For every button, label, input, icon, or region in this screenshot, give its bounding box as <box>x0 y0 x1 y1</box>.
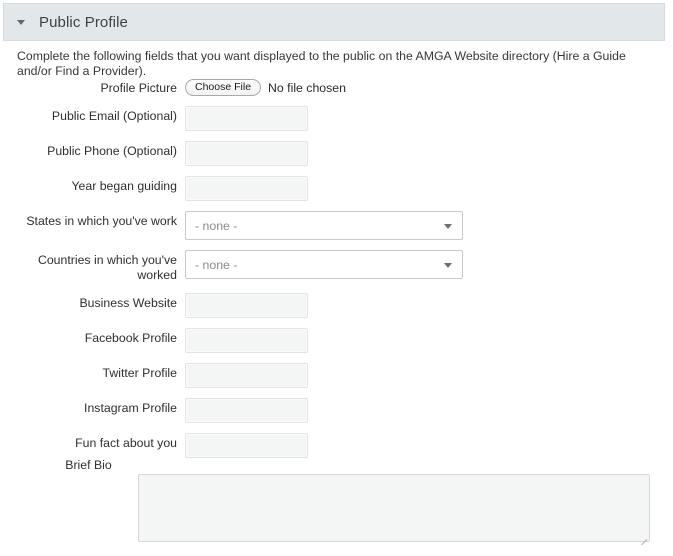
public-phone-input[interactable] <box>185 141 308 166</box>
field-row-instagram: Instagram Profile <box>0 398 673 423</box>
field-row-twitter: Twitter Profile <box>0 363 673 388</box>
field-row-countries: Countries in which you've worked - none … <box>0 250 673 283</box>
field-row-public-phone: Public Phone (Optional) <box>0 141 673 166</box>
field-row-facebook: Facebook Profile <box>0 328 673 353</box>
twitter-profile-input[interactable] <box>185 363 308 388</box>
label-year-began-guiding: Year began guiding <box>71 179 177 193</box>
field-row-profile-picture: Profile Picture Choose File No file chos… <box>0 78 673 96</box>
label-countries: Countries in which you've worked <box>37 253 177 282</box>
states-select[interactable]: - none - <box>185 211 463 240</box>
countries-select-value: - none - <box>195 257 238 272</box>
field-fun-fact <box>177 433 673 458</box>
public-profile-form: Profile Picture Choose File No file chos… <box>0 78 673 468</box>
page-title: Public Profile <box>39 13 128 31</box>
business-website-input[interactable] <box>185 293 308 318</box>
label-twitter-profile: Twitter Profile <box>102 366 177 380</box>
field-twitter-profile <box>177 363 673 388</box>
field-row-fun-fact: Fun fact about you <box>0 433 673 458</box>
countries-select[interactable]: - none - <box>185 250 463 279</box>
instagram-profile-input[interactable] <box>185 398 308 423</box>
public-profile-section-header[interactable]: Public Profile <box>3 3 665 41</box>
label-public-phone: Public Phone (Optional) <box>47 144 177 158</box>
field-instagram-profile <box>177 398 673 423</box>
label-facebook-profile: Facebook Profile <box>84 331 177 345</box>
field-profile-picture: Choose File No file chosen <box>177 78 673 96</box>
label-instagram-profile: Instagram Profile <box>84 401 177 415</box>
facebook-profile-input[interactable] <box>185 328 308 353</box>
label-public-email: Public Email (Optional) <box>51 109 177 123</box>
field-row-year-began-guiding: Year began guiding <box>0 176 673 201</box>
label-brief-bio: Brief Bio <box>65 458 112 472</box>
states-select-value: - none - <box>195 218 238 233</box>
label-fun-fact: Fun fact about you <box>75 436 177 450</box>
brief-bio-textarea[interactable] <box>138 474 650 542</box>
chevron-down-icon[interactable] <box>17 17 27 27</box>
choose-file-button[interactable]: Choose File <box>185 79 262 96</box>
label-profile-picture: Profile Picture <box>100 81 177 95</box>
file-input-profile-picture[interactable]: Choose File No file chosen <box>185 78 673 96</box>
triangle-down-icon[interactable] <box>444 262 452 268</box>
field-row-public-email: Public Email (Optional) <box>0 106 673 131</box>
triangle-down-icon[interactable] <box>444 223 452 229</box>
field-countries: - none - <box>177 250 673 279</box>
field-public-email <box>177 106 673 131</box>
field-row-business-website: Business Website <box>0 293 673 318</box>
public-email-input[interactable] <box>185 106 308 131</box>
fun-fact-input[interactable] <box>185 433 308 458</box>
field-public-phone <box>177 141 673 166</box>
year-began-guiding-input[interactable] <box>185 176 308 201</box>
field-business-website <box>177 293 673 318</box>
label-business-website: Business Website <box>79 296 177 310</box>
field-row-states: States in which you've work - none - <box>0 211 673 240</box>
section-description: Complete the following fields that you w… <box>17 49 626 78</box>
field-states: - none - <box>177 211 673 240</box>
file-chosen-status: No file chosen <box>268 80 346 95</box>
field-facebook-profile <box>177 328 673 353</box>
field-year-began-guiding <box>177 176 673 201</box>
label-states: States in which you've work <box>26 214 177 228</box>
